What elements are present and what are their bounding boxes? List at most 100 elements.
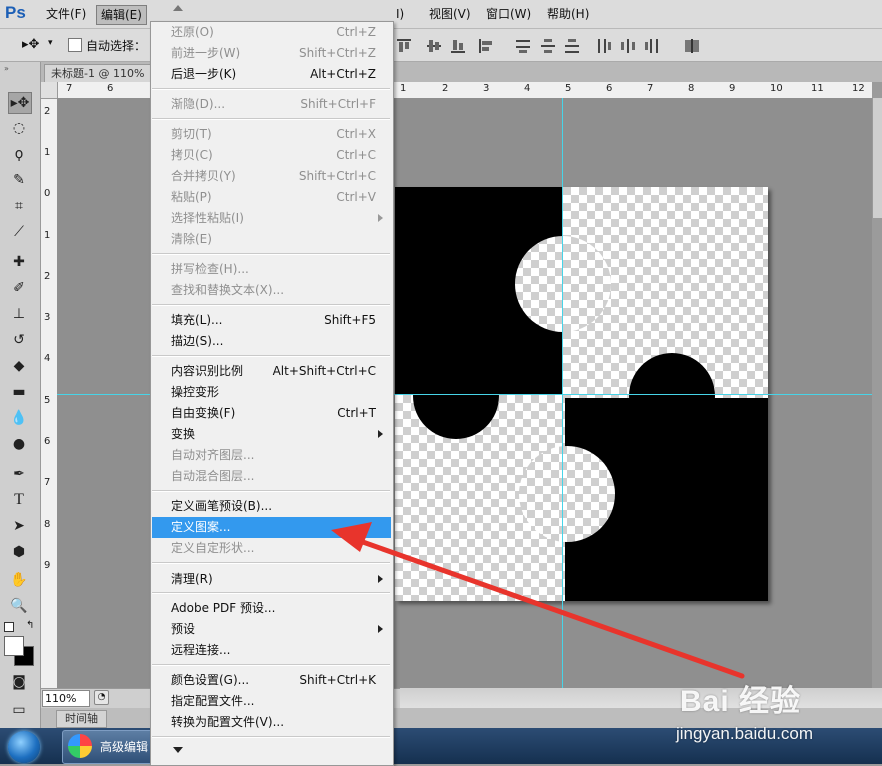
- menu-item-fill[interactable]: 填充(L)...: [171, 310, 223, 330]
- menu-edit[interactable]: 编辑(E): [96, 5, 147, 25]
- menu-help[interactable]: 帮助(H): [543, 5, 593, 23]
- menu-item-step-forward[interactable]: 前进一步(W): [171, 43, 240, 63]
- menu-item-paste-special[interactable]: 选择性粘贴(I): [171, 208, 244, 228]
- auto-select-checkbox[interactable]: [68, 38, 82, 52]
- app-icon: [68, 734, 92, 758]
- distribute-vertical-centers-icon[interactable]: [540, 38, 556, 57]
- ruler-label: 11: [811, 83, 824, 94]
- zoom-level-field[interactable]: 110%: [42, 690, 90, 707]
- shape-tool[interactable]: ⬢: [8, 542, 30, 562]
- menu-item-define-pattern[interactable]: 定义图案...: [171, 517, 230, 537]
- menu-separator: [152, 253, 390, 255]
- align-bottom-edges-icon[interactable]: [450, 38, 466, 57]
- menu-item-purge[interactable]: 清理(R): [171, 569, 213, 589]
- menu-separator: [152, 355, 390, 357]
- shortcut-undo: Ctrl+Z: [336, 25, 376, 39]
- panel-collapse-icon[interactable]: »: [4, 64, 9, 73]
- lasso-tool[interactable]: ϙ: [8, 144, 30, 164]
- move-tool[interactable]: ▸✥: [8, 92, 32, 114]
- menu-item-free-transform[interactable]: 自由变换(F): [171, 403, 235, 423]
- crop-tool[interactable]: ⌗: [8, 196, 30, 216]
- scroll-down-arrow-icon[interactable]: [173, 747, 183, 753]
- menu-item-copy[interactable]: 拷贝(C): [171, 145, 213, 165]
- submenu-arrow-icon: [378, 214, 383, 222]
- ruler-label: 7: [647, 83, 654, 94]
- menu-item-stroke[interactable]: 描边(S)...: [171, 331, 223, 351]
- status-info-icon[interactable]: ◔: [94, 690, 109, 705]
- menu-item-presets[interactable]: 预设: [171, 619, 195, 639]
- distribute-horizontal-centers-icon[interactable]: [620, 38, 636, 57]
- menu-item-undo[interactable]: 还原(O): [171, 22, 214, 42]
- menu-window[interactable]: 窗口(W): [482, 5, 535, 23]
- distribute-right-icon[interactable]: [644, 38, 660, 57]
- menu-view[interactable]: 视图(V): [425, 5, 475, 23]
- menu-item-define-custom-shape[interactable]: 定义自定形状...: [171, 538, 254, 558]
- type-tool[interactable]: T: [8, 490, 30, 510]
- foreground-color-swatch[interactable]: [4, 636, 24, 656]
- align-vertical-centers-icon[interactable]: [426, 38, 442, 57]
- scroll-up-arrow-icon[interactable]: [173, 5, 183, 11]
- menu-item-auto-align-layers[interactable]: 自动对齐图层...: [171, 445, 254, 465]
- eyedropper-tool[interactable]: ⟋: [8, 222, 30, 242]
- menu-separator: [152, 664, 390, 666]
- align-left-edges-icon[interactable]: [478, 38, 494, 57]
- document-tab[interactable]: 未标题-1 @ 110%: [44, 64, 152, 83]
- menu-item-copy-merged[interactable]: 合并拷贝(Y): [171, 166, 236, 186]
- hand-tool[interactable]: ✋: [8, 570, 30, 590]
- gradient-tool[interactable]: ▬: [8, 382, 30, 402]
- ruler-label: 6: [606, 83, 613, 94]
- photoshop-logo: Ps: [5, 3, 26, 22]
- menu-item-color-settings[interactable]: 颜色设置(G)...: [171, 670, 249, 690]
- quick-mask-icon[interactable]: ◙: [8, 672, 30, 692]
- menu-item-fade[interactable]: 渐隐(D)...: [171, 94, 225, 114]
- brush-tool[interactable]: ✐: [8, 278, 30, 298]
- move-tool-icon[interactable]: ▸✥: [22, 37, 39, 52]
- ruler-origin[interactable]: [41, 82, 58, 99]
- menu-file[interactable]: 文件(F): [42, 5, 90, 23]
- distribute-left-icon[interactable]: [596, 38, 612, 57]
- menu-item-convert-to-profile[interactable]: 转换为配置文件(V)...: [171, 712, 284, 732]
- menu-item-assign-profile[interactable]: 指定配置文件...: [171, 691, 254, 711]
- distribute-top-icon[interactable]: [515, 38, 531, 57]
- align-top-edges-icon[interactable]: [396, 38, 412, 57]
- auto-align-layers-icon[interactable]: [684, 38, 700, 57]
- start-button[interactable]: [8, 731, 40, 763]
- menu-item-find-replace[interactable]: 查找和替换文本(X)...: [171, 280, 284, 300]
- pen-tool[interactable]: ✒: [8, 464, 30, 484]
- clone-stamp-tool[interactable]: ⊥: [8, 304, 30, 324]
- menu-item-content-aware-scale[interactable]: 内容识别比例: [171, 361, 243, 381]
- quick-selection-tool[interactable]: ✎: [8, 170, 30, 190]
- distribute-bottom-icon[interactable]: [564, 38, 580, 57]
- menu-layer-partial[interactable]: I): [392, 5, 408, 23]
- screen-mode-icon[interactable]: ▭: [8, 700, 30, 720]
- menu-item-auto-blend-layers[interactable]: 自动混合图层...: [171, 466, 254, 486]
- eraser-tool[interactable]: ◆: [8, 356, 30, 376]
- menu-item-cut[interactable]: 剪切(T): [171, 124, 212, 144]
- ruler-label: 6: [44, 436, 51, 447]
- menu-item-step-backward[interactable]: 后退一步(K): [171, 64, 236, 84]
- right-panel-dock[interactable]: [872, 98, 882, 218]
- menu-item-puppet-warp[interactable]: 操控变形: [171, 382, 219, 402]
- menu-item-define-brush-preset[interactable]: 定义画笔预设(B)...: [171, 496, 272, 516]
- swap-colors-icon[interactable]: ↰: [26, 620, 34, 631]
- default-colors-icon[interactable]: [4, 622, 14, 632]
- menu-item-clear[interactable]: 清除(E): [171, 229, 212, 249]
- vertical-guide[interactable]: [562, 98, 563, 688]
- marquee-tool[interactable]: ◌: [8, 118, 30, 138]
- timeline-tab[interactable]: 时间轴: [56, 710, 107, 728]
- healing-brush-tool[interactable]: ✚: [8, 252, 30, 272]
- puzzle-knob: [413, 353, 499, 439]
- tool-preset-dropdown-icon[interactable]: ▾: [48, 38, 53, 48]
- blur-tool[interactable]: 💧: [8, 408, 30, 428]
- menu-separator: [152, 592, 390, 594]
- menu-item-check-spelling[interactable]: 拼写检查(H)...: [171, 259, 249, 279]
- dodge-tool[interactable]: ●: [8, 434, 30, 454]
- ruler-label: 0: [44, 188, 51, 199]
- zoom-tool[interactable]: 🔍: [8, 596, 30, 616]
- menu-item-remote-connections[interactable]: 远程连接...: [171, 640, 230, 660]
- path-selection-tool[interactable]: ➤: [8, 516, 30, 536]
- menu-item-adobe-pdf-presets[interactable]: Adobe PDF 预设...: [171, 598, 275, 618]
- menu-item-transform[interactable]: 变换: [171, 424, 195, 444]
- history-brush-tool[interactable]: ↺: [8, 330, 30, 350]
- menu-item-paste[interactable]: 粘贴(P): [171, 187, 212, 207]
